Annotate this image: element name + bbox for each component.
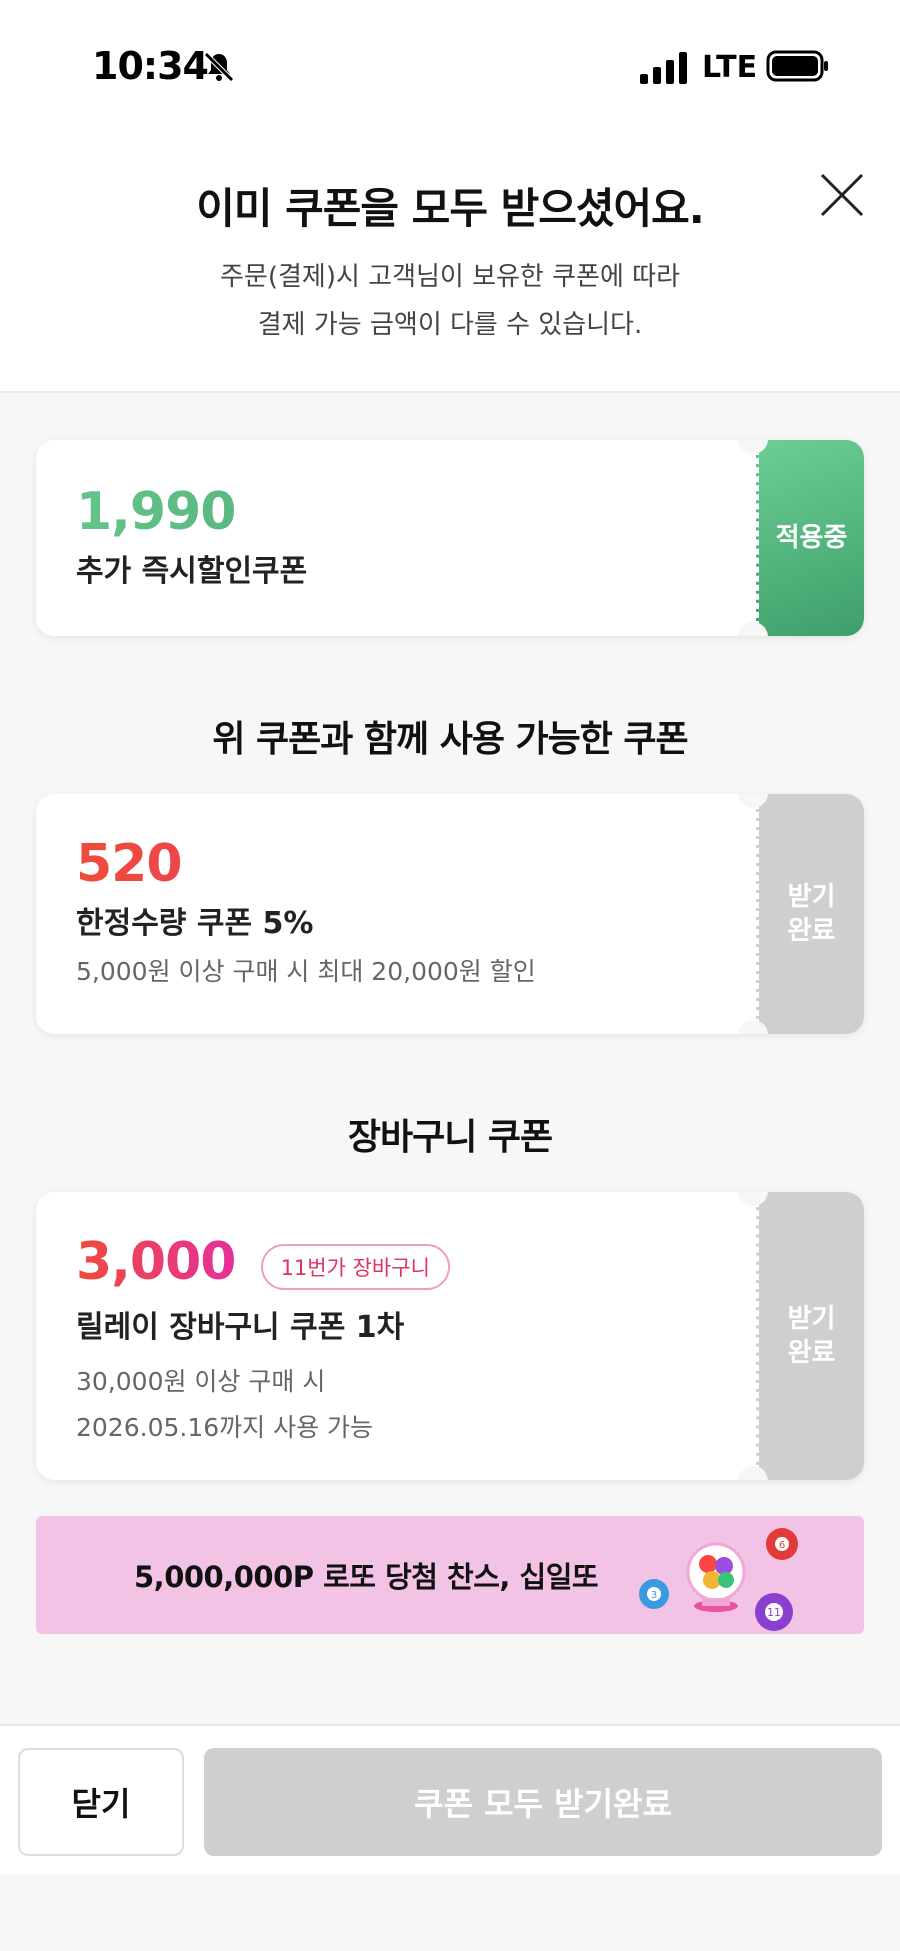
received-status-badge: 받기 완료 <box>756 794 864 1034</box>
lotto-machine-icon: 6 3 11 <box>639 1528 798 1631</box>
received-status-label: 받기 완료 <box>788 1302 836 1370</box>
ball-label: 11 <box>767 1606 781 1619</box>
battery-icon <box>766 50 828 82</box>
coupon-amount: 3,000 <box>76 1232 236 1292</box>
coupon-amount: 1,990 <box>76 482 756 542</box>
status-bar: 10:34 LTE <box>0 0 900 135</box>
bell-slash-icon <box>204 52 234 82</box>
signal-icon <box>640 52 687 84</box>
coupon-name: 한정수량 쿠폰 5% <box>76 906 314 941</box>
section-title-combinable: 위 쿠폰과 함께 사용 가능한 쿠폰 <box>212 719 688 760</box>
receive-all-button[interactable]: 쿠폰 모두 받기완료 <box>204 1748 882 1856</box>
cart-badge: 11번가 장바구니 <box>260 1243 450 1290</box>
footer-action-bar: 닫기 쿠폰 모두 받기완료 <box>0 1724 900 1874</box>
coupon-amount: 520 <box>76 834 756 894</box>
close-text-button[interactable]: 닫기 <box>18 1748 184 1856</box>
coupon-body: 1,990 추가 즉시할인쿠폰 <box>36 440 756 636</box>
coupon-expiry: 2026.05.16까지 사용 가능 <box>76 1412 374 1442</box>
received-status-label: 받기 완료 <box>788 880 836 948</box>
coupon-body: 520 한정수량 쿠폰 5% 5,000원 이상 구매 시 최대 20,000원… <box>36 794 756 1034</box>
coupon-condition: 30,000원 이상 구매 시 <box>76 1366 326 1396</box>
applied-status-badge: 적용중 <box>756 440 864 636</box>
cart-coupon-card: 3,000 11번가 장바구니 릴레이 장바구니 쿠폰 1차 30,000원 이… <box>36 1192 864 1480</box>
lotto-banner[interactable]: 5,000,000P 로또 당첨 찬스, 십일또 6 3 11 <box>36 1516 864 1634</box>
network-label: LTE <box>702 50 758 85</box>
limited-coupon-card: 520 한정수량 쿠폰 5% 5,000원 이상 구매 시 최대 20,000원… <box>36 794 864 1034</box>
status-line-2: 완료 <box>787 916 836 946</box>
status-time: 10:34 <box>92 44 209 88</box>
close-button[interactable] <box>812 165 872 225</box>
ball-label: 3 <box>651 1590 657 1601</box>
received-status-badge: 받기 완료 <box>756 1192 864 1480</box>
ball-label: 6 <box>779 1540 785 1551</box>
banner-text: 5,000,000P 로또 당첨 찬스, 십일또 <box>134 1560 599 1594</box>
status-line-2: 완료 <box>787 1338 836 1368</box>
applied-coupon-card: 1,990 추가 즉시할인쿠폰 적용중 <box>36 440 864 636</box>
modal-title: 이미 쿠폰을 모두 받으셨어요. <box>196 184 705 233</box>
coupon-name: 릴레이 장바구니 쿠폰 1차 <box>76 1309 405 1345</box>
modal-header: 이미 쿠폰을 모두 받으셨어요. 주문(결제)시 고객님이 보유한 쿠폰에 따라… <box>0 135 900 393</box>
applied-status-label: 적용중 <box>775 523 848 553</box>
section-title-cart: 장바구니 쿠폰 <box>347 1117 553 1158</box>
description-line-1: 주문(결제)시 고객님이 보유한 쿠폰에 따라 <box>220 262 680 292</box>
coupon-name: 추가 즉시할인쿠폰 <box>76 554 308 589</box>
coupon-body: 3,000 11번가 장바구니 릴레이 장바구니 쿠폰 1차 30,000원 이… <box>36 1192 756 1480</box>
modal-description: 주문(결제)시 고객님이 보유한 쿠폰에 따라 결제 가능 금액이 다를 수 있… <box>0 253 900 349</box>
close-icon <box>820 173 864 217</box>
coupon-condition: 5,000원 이상 구매 시 최대 20,000원 할인 <box>76 957 536 986</box>
status-line-1: 받기 <box>787 882 836 912</box>
status-line-1: 받기 <box>787 1304 836 1334</box>
description-line-2: 결제 가능 금액이 다를 수 있습니다. <box>257 310 643 340</box>
